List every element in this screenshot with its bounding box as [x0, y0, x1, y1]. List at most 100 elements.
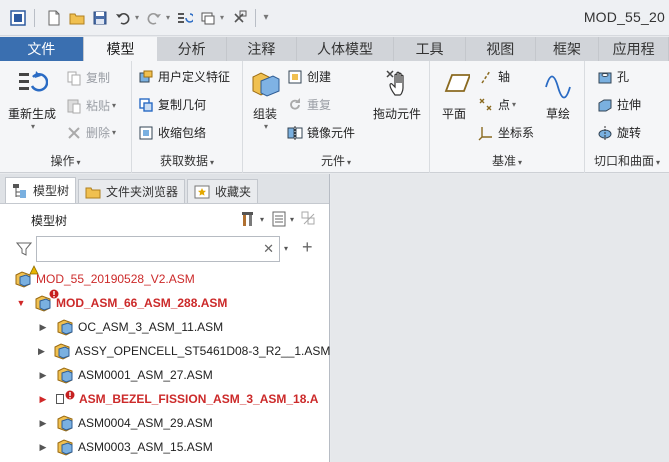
- tree-row[interactable]: ▶ ASSY_OPENCELL_ST5461D08-3_R2__1.ASM: [0, 339, 330, 363]
- point-button[interactable]: 点 ▾: [478, 96, 516, 113]
- settings-tools-icon[interactable]: [240, 210, 258, 228]
- app-icon[interactable]: [8, 8, 28, 28]
- customize-toolbar-icon[interactable]: ▾: [262, 12, 270, 23]
- drag-component-button[interactable]: 拖动元件: [373, 67, 421, 122]
- chevron-down-icon[interactable]: ▾: [31, 122, 35, 131]
- regenerate-label: 重新生成: [8, 107, 57, 121]
- clear-search-icon[interactable]: ✕: [263, 241, 274, 257]
- collapsed-arrow-icon[interactable]: ▶: [38, 394, 48, 405]
- redo-icon[interactable]: [144, 8, 164, 28]
- repeat-button[interactable]: 重复: [287, 96, 331, 113]
- tab-analysis[interactable]: 分析: [157, 37, 227, 61]
- collapsed-arrow-icon[interactable]: ▶: [38, 346, 45, 357]
- tab-view[interactable]: 视图: [466, 37, 536, 61]
- paste-button[interactable]: 粘贴 ▾: [66, 97, 116, 114]
- tree-item-label: ASM0001_ASM_27.ASM: [78, 368, 213, 382]
- expanded-arrow-icon[interactable]: ▼: [16, 298, 26, 308]
- group-label-cut-surface[interactable]: 切口和曲面 ▾: [585, 152, 669, 169]
- mirror-component-button[interactable]: 镜像元件: [287, 124, 355, 141]
- create-button[interactable]: 创建: [287, 68, 331, 85]
- tree-search-input[interactable]: [37, 237, 257, 261]
- shrinkwrap-icon: [138, 125, 154, 141]
- windows-dropdown-icon[interactable]: ▾: [218, 13, 226, 22]
- graphics-window[interactable]: [331, 174, 669, 462]
- folder-icon: [85, 184, 101, 200]
- regenerate-small-icon[interactable]: [175, 8, 195, 28]
- search-options-dropdown-icon[interactable]: ▾: [284, 244, 288, 253]
- group-datum: 平面 轴 点 ▾ 坐标系 草绘 基准 ▾: [430, 61, 585, 173]
- revolve-button[interactable]: 旋转: [597, 124, 641, 141]
- delete-button[interactable]: 删除 ▾: [66, 124, 116, 141]
- copy-label: 复制: [86, 71, 111, 85]
- tab-applications[interactable]: 应用程: [599, 37, 669, 61]
- tab-model[interactable]: 模型: [83, 37, 158, 61]
- tree-search-row: ✕ ▾ +: [0, 234, 330, 264]
- axis-button[interactable]: 轴: [478, 68, 510, 85]
- tree-row[interactable]: ▶ OC_ASM_3_ASM_11.ASM: [0, 315, 330, 339]
- undo-icon[interactable]: [113, 8, 133, 28]
- quick-access-toolbar: ▾ ▾ ▾ ▾: [0, 0, 270, 36]
- regenerate-button[interactable]: 重新生成 ▾: [8, 67, 56, 131]
- delete-label: 删除: [86, 126, 111, 140]
- chevron-down-icon[interactable]: ▾: [112, 101, 116, 110]
- collapsed-arrow-icon[interactable]: ▶: [38, 442, 48, 453]
- tree-row[interactable]: ▶ ASM_BEZEL_FISSION_ASM_3_ASM_18.A: [0, 387, 330, 411]
- add-column-icon[interactable]: +: [302, 237, 313, 258]
- tree-row[interactable]: ▶ ASM0001_ASM_27.ASM: [0, 363, 330, 387]
- collapsed-arrow-icon[interactable]: ▶: [38, 418, 48, 429]
- undo-dropdown-icon[interactable]: ▾: [133, 13, 141, 22]
- filter-funnel-icon[interactable]: [15, 241, 33, 257]
- copy-geometry-button[interactable]: 复制几何: [138, 96, 206, 113]
- ribbon-tabs: 文件 模型 分析 注释 人体模型 工具 视图 框架 应用程: [0, 37, 669, 61]
- chevron-down-icon[interactable]: ▾: [290, 215, 294, 224]
- close-window-icon[interactable]: [229, 8, 249, 28]
- tree-filter-disabled-icon[interactable]: [300, 210, 318, 228]
- open-folder-icon[interactable]: [67, 8, 87, 28]
- udf-button[interactable]: 用户定义特征: [138, 68, 230, 85]
- tree-row[interactable]: ▼ MOD_ASM_66_ASM_288.ASM: [0, 289, 330, 315]
- redo-dropdown-icon[interactable]: ▾: [164, 13, 172, 22]
- tab-favorites[interactable]: 收藏夹: [187, 179, 259, 203]
- new-file-icon[interactable]: [44, 8, 64, 28]
- group-label-get-data[interactable]: 获取数据 ▾: [132, 152, 242, 169]
- tree-row[interactable]: ▶ ASM0003_ASM_15.ASM: [0, 435, 330, 459]
- chevron-down-icon[interactable]: ▾: [264, 122, 268, 131]
- chevron-down-icon[interactable]: ▾: [260, 215, 264, 224]
- group-label-datum[interactable]: 基准 ▾: [430, 152, 584, 169]
- mirror-icon: [287, 125, 303, 141]
- hole-label: 孔: [617, 70, 630, 84]
- windows-icon[interactable]: [198, 8, 218, 28]
- hole-button[interactable]: 孔: [597, 68, 629, 85]
- save-icon[interactable]: [90, 8, 110, 28]
- plane-button[interactable]: 平面: [438, 67, 470, 122]
- sketch-button[interactable]: 草绘: [542, 67, 574, 122]
- tab-manikin[interactable]: 人体模型: [297, 37, 395, 61]
- udf-label: 用户定义特征: [158, 70, 231, 84]
- show-tree-icon[interactable]: [270, 210, 288, 228]
- tab-tools[interactable]: 工具: [394, 37, 466, 61]
- tab-file[interactable]: 文件: [0, 37, 84, 61]
- tab-model-tree[interactable]: 模型树: [5, 177, 77, 203]
- tree-row-root[interactable]: MOD_55_20190528_V2.ASM: [0, 265, 330, 291]
- extrude-button[interactable]: 拉伸: [597, 96, 641, 113]
- separator: [255, 8, 256, 27]
- assemble-button[interactable]: 组装 ▾: [249, 67, 281, 131]
- group-label-operations[interactable]: 操作 ▾: [0, 152, 131, 169]
- collapsed-arrow-icon[interactable]: ▶: [38, 370, 48, 381]
- tab-folder-browser[interactable]: 文件夹浏览器: [78, 179, 186, 203]
- shrinkwrap-button[interactable]: 收缩包络: [138, 124, 206, 141]
- csys-button[interactable]: 坐标系: [478, 124, 534, 141]
- chevron-down-icon[interactable]: ▾: [512, 100, 516, 109]
- revolve-label: 旋转: [617, 126, 642, 140]
- tab-annotate[interactable]: 注释: [227, 37, 297, 61]
- tree-row[interactable]: ▶ ASM0004_ASM_29.ASM: [0, 411, 330, 435]
- sketch-icon: [542, 67, 574, 99]
- plane-icon: [438, 67, 470, 99]
- tab-framework[interactable]: 框架: [536, 37, 600, 61]
- assembly-icon: [56, 414, 74, 432]
- chevron-down-icon[interactable]: ▾: [112, 128, 116, 137]
- group-label-component[interactable]: 元件 ▾: [243, 152, 429, 169]
- collapsed-arrow-icon[interactable]: ▶: [38, 322, 48, 333]
- copy-button[interactable]: 复制: [66, 69, 110, 86]
- csys-label: 坐标系: [498, 126, 535, 140]
